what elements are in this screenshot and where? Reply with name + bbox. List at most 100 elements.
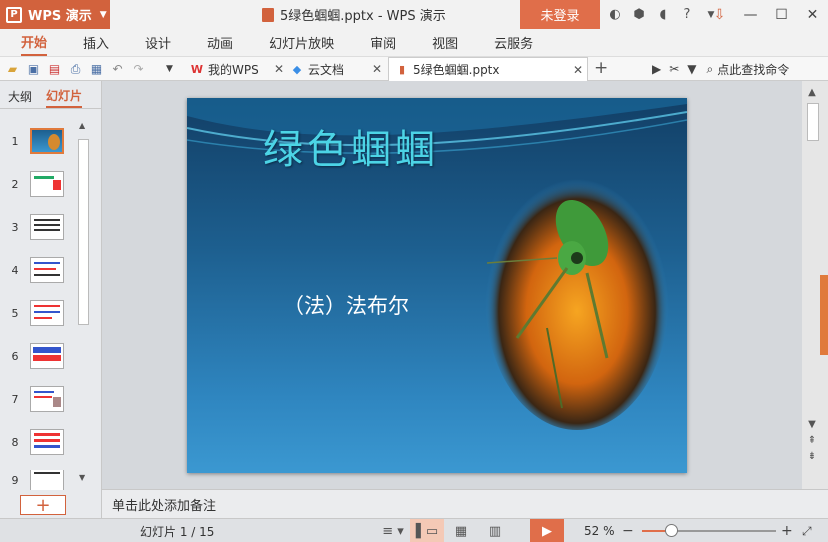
zoom-slider[interactable] xyxy=(642,524,776,537)
thumbnail-number: 7 xyxy=(11,392,19,406)
slide-thumbnail-image xyxy=(30,257,64,283)
skin-icon[interactable]: ◐ xyxy=(606,6,624,24)
download-app-icon[interactable]: ⇩ xyxy=(704,0,735,29)
scroll-up-icon[interactable]: ▲ xyxy=(802,87,822,98)
slide-thumbnail[interactable]: 7 xyxy=(0,384,76,414)
play-video-icon[interactable]: ▶ xyxy=(652,62,661,76)
slide-thumbnail-image xyxy=(30,429,64,455)
side-panel-toggle[interactable] xyxy=(820,275,828,355)
next-slide-icon[interactable]: ⇟ xyxy=(802,451,822,462)
quick-access-dropdown-icon[interactable]: ▼ xyxy=(161,61,178,78)
slide-thumbnail[interactable]: 9 xyxy=(0,470,76,490)
scroll-up-icon[interactable]: ▲ xyxy=(79,121,85,130)
notes-pane[interactable]: 单击此处添加备注 xyxy=(102,489,828,518)
slide-canvas: 绿色蝈蝈 （法）法布尔 xyxy=(102,81,802,489)
close-tab-icon[interactable]: ✕ xyxy=(372,62,382,76)
slide-thumbnail[interactable]: 2 xyxy=(0,169,76,199)
title-bar: P WPS 演示 ▼ 5绿色蝈蝈.pptx - WPS 演示 未登录 ◐ ⬢ ◖… xyxy=(0,0,828,29)
tools-icon[interactable]: ✂ xyxy=(669,62,679,76)
scroll-down-icon[interactable]: ▼ xyxy=(802,419,822,430)
notes-view-button[interactable]: ≡ ▾ xyxy=(376,519,410,542)
slide-thumbnail-image xyxy=(30,343,64,369)
thumbnail-number: 9 xyxy=(11,473,19,487)
restore-button[interactable]: ☐ xyxy=(766,0,797,29)
open-folder-icon[interactable]: ▰ xyxy=(4,61,21,78)
tab-cloud-docs[interactable]: ◆ 云文档 ✕ xyxy=(290,57,386,81)
slide-thumbnail-image xyxy=(30,470,64,490)
command-search[interactable]: ⌕ 点此查找命令 xyxy=(707,61,790,78)
menu-home[interactable]: 开始 xyxy=(21,29,48,56)
menu-design[interactable]: 设计 xyxy=(145,29,171,56)
app-menu-button[interactable]: P WPS 演示 ▼ xyxy=(0,0,110,29)
slide-thumbnail[interactable]: 8 xyxy=(0,427,76,457)
feedback-icon[interactable]: ◖ xyxy=(654,6,672,24)
login-button[interactable]: 未登录 xyxy=(520,0,600,29)
status-bar: 幻灯片 1 / 15 ≡ ▾ ▌▭ ▦ ▥ ▶ 52 % − + ⤢ xyxy=(0,518,828,542)
thumbnail-number: 4 xyxy=(11,263,19,277)
save-icon[interactable]: ▣ xyxy=(25,61,42,78)
close-button[interactable]: ✕ xyxy=(797,0,828,29)
tab-outline[interactable]: 大纲 xyxy=(8,84,32,108)
export-pdf-icon[interactable]: ▤ xyxy=(46,61,63,78)
settings-hex-icon[interactable]: ⬢ xyxy=(630,6,648,24)
thumbnail-number: 5 xyxy=(11,306,19,320)
tab-label: 5绿色蝈蝈.pptx xyxy=(413,63,500,77)
tab-my-wps[interactable]: W 我的WPS ✕ xyxy=(190,57,288,81)
print-icon[interactable]: ⎙ xyxy=(67,61,84,78)
print-preview-icon[interactable]: ▦ xyxy=(88,61,105,78)
ribbon-tabs: 开始 插入 设计 动画 幻灯片放映 审阅 视图 云服务 xyxy=(0,29,828,56)
minimize-button[interactable]: — xyxy=(735,0,766,29)
close-tab-icon[interactable]: ✕ xyxy=(274,62,284,76)
close-tab-icon[interactable]: ✕ xyxy=(573,63,583,77)
slide-thumbnail[interactable]: 3 xyxy=(0,212,76,242)
thumbnail-number: 1 xyxy=(11,134,19,148)
scroll-down-icon[interactable]: ▼ xyxy=(79,473,85,482)
notes-placeholder: 单击此处添加备注 xyxy=(112,498,217,514)
add-slide-button[interactable]: + xyxy=(20,495,66,516)
tab-slides[interactable]: 幻灯片 xyxy=(46,84,83,108)
undo-icon[interactable]: ↶ xyxy=(109,61,126,78)
reading-view-button[interactable]: ▥ xyxy=(478,519,512,542)
zoom-level[interactable]: 52 % xyxy=(584,519,615,542)
thumbnail-number: 8 xyxy=(11,435,19,449)
help-icon[interactable]: ? xyxy=(678,6,696,24)
normal-view-button[interactable]: ▌▭ xyxy=(410,519,444,542)
cloud-box-icon: ◆ xyxy=(292,62,302,76)
thumbnail-number: 2 xyxy=(11,177,19,191)
slide-thumbnail[interactable]: 4 xyxy=(0,255,76,285)
thumbnail-scrollbar[interactable]: ▲ ▼ xyxy=(77,121,91,527)
new-tab-plus-icon[interactable]: + xyxy=(594,58,608,78)
menu-view[interactable]: 视图 xyxy=(432,29,458,56)
slide-subtitle[interactable]: （法）法布尔 xyxy=(283,290,409,320)
slide-thumbnail-image xyxy=(30,386,64,412)
start-slideshow-button[interactable]: ▶ xyxy=(530,519,564,542)
thumbnail-number: 3 xyxy=(11,220,19,234)
slide-thumbnail[interactable]: 5 xyxy=(0,298,76,328)
slide-thumbnail-image xyxy=(30,128,64,154)
search-icon: ⌕ xyxy=(706,61,714,76)
menu-review[interactable]: 审阅 xyxy=(370,29,396,56)
menu-cloud-service[interactable]: 云服务 xyxy=(494,29,533,56)
comment-icon[interactable]: ▼ xyxy=(687,62,696,76)
current-slide[interactable]: 绿色蝈蝈 （法）法布尔 xyxy=(187,98,687,473)
fit-window-icon[interactable]: ⤢ xyxy=(802,519,812,542)
menu-animation[interactable]: 动画 xyxy=(207,29,233,56)
pptx-file-icon: ▮ xyxy=(398,63,406,76)
scrollbar-thumb[interactable] xyxy=(78,139,89,325)
slide-thumbnail[interactable]: 1 xyxy=(0,126,76,156)
menu-slideshow[interactable]: 幻灯片放映 xyxy=(269,29,334,56)
zoom-in-icon[interactable]: + xyxy=(781,519,793,542)
app-name: WPS 演示 xyxy=(28,9,92,24)
previous-slide-icon[interactable]: ⇞ xyxy=(802,435,822,446)
zoom-out-icon[interactable]: − xyxy=(622,519,634,542)
menu-insert[interactable]: 插入 xyxy=(83,29,109,56)
slide-thumbnail[interactable]: 6 xyxy=(0,341,76,371)
thumbnail-number: 6 xyxy=(11,349,19,363)
slide-thumbnail-image xyxy=(30,214,64,240)
tab-document[interactable]: ▮ 5绿色蝈蝈.pptx ✕ xyxy=(388,57,588,81)
scrollbar-thumb[interactable] xyxy=(807,103,819,141)
redo-icon[interactable]: ↷ xyxy=(130,61,147,78)
slide-sorter-button[interactable]: ▦ xyxy=(444,519,478,542)
zoom-slider-handle[interactable] xyxy=(665,524,679,537)
slide-title[interactable]: 绿色蝈蝈 xyxy=(263,122,443,178)
